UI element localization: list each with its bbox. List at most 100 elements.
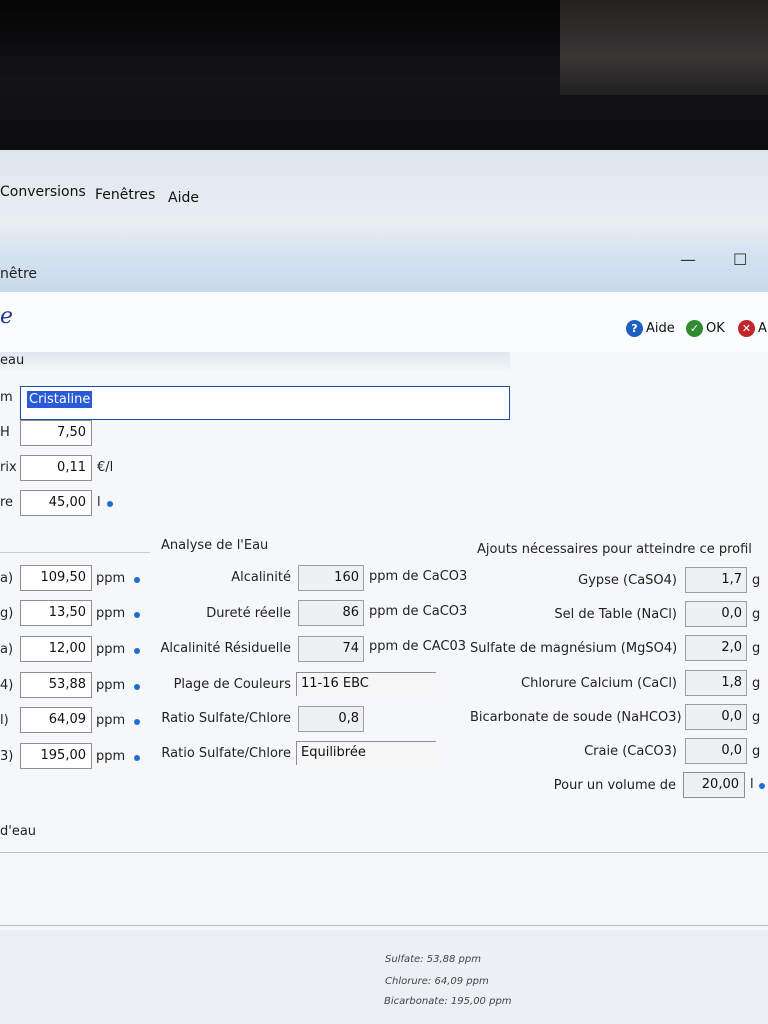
group-header: eau [0,352,510,370]
volume-unit: l [97,495,101,510]
addition-unit: g [752,573,761,588]
help-button[interactable]: ? Aide [626,320,675,337]
info-dot-icon[interactable] [107,501,113,507]
ion-input[interactable]: 64,09 [20,707,92,733]
analysis-title: Analyse de l'Eau [161,538,269,553]
info-dot-icon[interactable] [134,577,140,583]
footer-divider [0,852,768,853]
ion-label: l) [0,713,9,728]
addition-unit: g [752,676,761,691]
name-label: m [0,390,13,405]
question-icon: ? [626,320,643,337]
ph-input[interactable]: 7,50 [20,420,92,446]
addition-value: 0,0 [685,704,747,730]
analysis-value: 11-16 EBC [296,672,436,696]
analysis-value: Equilibrée [296,741,436,765]
ion-unit: ppm [96,678,126,693]
ion-label: 3) [0,749,14,764]
ph-label: H [0,425,10,440]
ion-label: 4) [0,678,14,693]
status-sulfate: Sulfate: 53,88 ppm [385,954,481,965]
menu-fenetres[interactable]: Fenêtres [95,187,155,203]
addition-value: 0,0 [685,738,747,764]
status-bicarbonate: Bicarbonate: 195,00 ppm [384,996,512,1007]
ion-input[interactable]: 12,00 [20,636,92,662]
price-unit: €/l [97,460,114,475]
minimize-button[interactable]: — [680,250,696,269]
group-title: eau [0,353,25,368]
analysis-unit: ppm de CaCO3 [369,604,468,619]
addition-label: Bicarbonate de soude (NaHCO3) [470,710,682,725]
addition-value: 1,7 [685,567,747,593]
info-dot-icon[interactable] [759,783,765,789]
target-volume-unit: l [750,777,754,792]
analysis-value: 86 [298,600,364,626]
addition-unit: g [752,744,761,759]
addition-value: 2,0 [685,635,747,661]
info-dot-icon[interactable] [134,684,140,690]
cancel-label: A [758,321,767,336]
info-dot-icon[interactable] [134,648,140,654]
analysis-label: Ratio Sulfate/Chlore [161,711,291,726]
ion-unit: ppm [96,642,126,657]
info-dot-icon[interactable] [134,719,140,725]
ion-input[interactable]: 53,88 [20,672,92,698]
window-title: nêtre [0,266,38,282]
price-input[interactable]: 0,11 [20,455,92,481]
addition-label: Sel de Table (NaCl) [554,607,677,622]
volume-label: re [0,495,14,510]
app-screen: Conversions Fenêtres Aide nêtre — ☐ e ? … [0,150,768,1024]
analysis-label: Alcalinité [231,570,291,585]
analysis-label: Dureté réelle [206,606,291,621]
addition-label: Gypse (CaSO4) [578,573,677,588]
analysis-label: Plage de Couleurs [173,677,291,692]
ion-input[interactable]: 13,50 [20,600,92,626]
window-titlebar [0,244,768,293]
addition-unit: g [752,710,761,725]
bezel-glare [560,0,768,95]
help-label: Aide [646,321,675,336]
ok-button[interactable]: ✓ OK [686,320,725,337]
menu-conversions[interactable]: Conversions [0,184,86,200]
cancel-button[interactable]: ✕ A [738,320,767,337]
ion-label: g) [0,606,14,621]
addition-label: Sulfate de magnésium (MgSO4) [470,641,678,656]
ion-unit: ppm [96,749,126,764]
analysis-value: 74 [298,636,364,662]
analysis-value: 160 [298,565,364,591]
maximize-button[interactable]: ☐ [733,250,747,269]
volume-input[interactable]: 45,00 [20,490,92,516]
ion-unit: ppm [96,571,126,586]
ok-label: OK [706,321,725,336]
ion-unit: ppm [96,606,126,621]
price-label: rix [0,460,17,475]
status-area [0,930,768,1024]
ion-input[interactable]: 195,00 [20,743,92,769]
menu-bar: Conversions Fenêtres Aide [0,150,768,228]
name-input[interactable]: Cristaline [20,386,510,420]
info-dot-icon[interactable] [134,612,140,618]
analysis-unit: ppm de CAC03 [369,639,467,654]
info-dot-icon[interactable] [134,755,140,761]
menu-aide[interactable]: Aide [168,190,199,206]
analysis-value: 0,8 [298,706,364,732]
status-divider [0,925,768,926]
close-icon: ✕ [738,320,755,337]
menu-separator [0,228,768,244]
ion-label: a) [0,571,14,586]
name-value: Cristaline [27,391,93,408]
addition-label: Craie (CaCO3) [584,744,677,759]
section-divider [0,552,150,553]
ion-input[interactable]: 109,50 [20,565,92,591]
addition-value: 0,0 [685,601,747,627]
analysis-unit: ppm de CaCO3 [369,569,468,584]
target-volume-input[interactable]: 20,00 [683,772,745,798]
addition-label: Chlorure Calcium (CaCl) [521,676,677,691]
dialog-title: e [0,304,14,329]
status-chlorure: Chlorure: 64,09 ppm [385,976,489,987]
addition-value: 1,8 [685,670,747,696]
water-label: d'eau [0,824,37,839]
addition-unit: g [752,607,761,622]
additions-title: Ajouts nécessaires pour atteindre ce pro… [477,542,752,557]
ion-label: a) [0,642,14,657]
